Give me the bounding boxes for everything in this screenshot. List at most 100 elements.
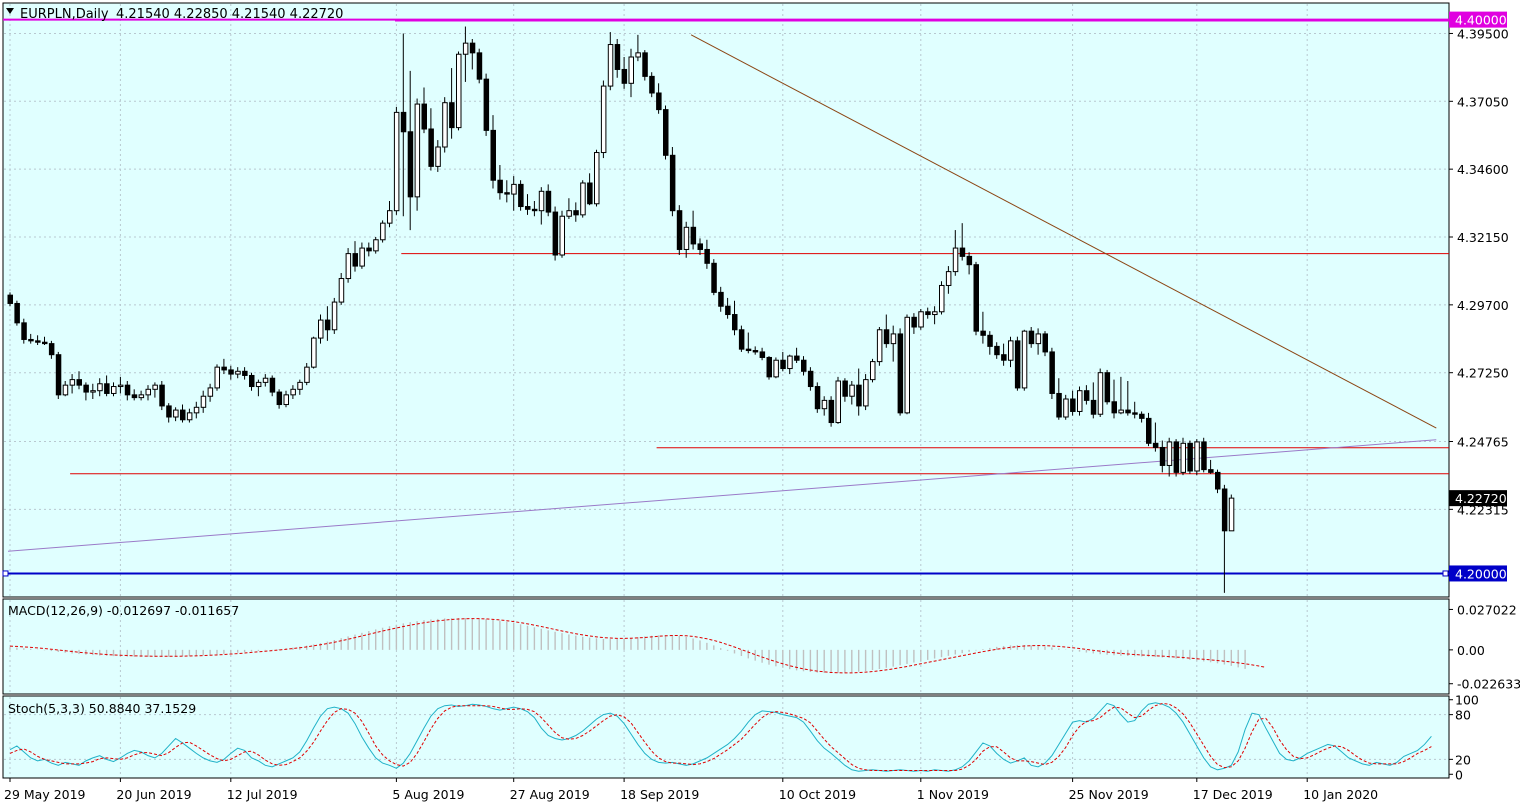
candle-bull <box>331 301 338 331</box>
level-handle <box>2 570 9 577</box>
candle-bull <box>1228 497 1235 532</box>
candle-bull <box>111 386 117 394</box>
candle-bear <box>711 262 717 293</box>
candle-bear <box>856 384 862 407</box>
macd-title: MACD(12,26,9) -0.012697 -0.011657 <box>8 603 239 618</box>
candle-bull <box>145 388 151 396</box>
candle-bull <box>870 361 876 381</box>
candle-bull <box>566 210 572 217</box>
candle-bear <box>959 247 966 257</box>
candle-bear <box>497 179 503 194</box>
stoch-tick-label: 0 <box>1455 767 1463 782</box>
candle-bull <box>200 395 207 408</box>
candle-bull <box>1194 441 1200 472</box>
price-tick-label: 4.39500 <box>1457 26 1509 41</box>
candle-bull <box>559 215 565 256</box>
candle-bear <box>476 52 483 80</box>
candle-bull <box>193 406 200 414</box>
candle-bear <box>228 369 234 375</box>
x-tick-label: 18 Sep 2019 <box>620 787 699 802</box>
candle-bear <box>573 210 579 216</box>
candle-bear <box>525 206 531 210</box>
candle-bull <box>345 253 352 280</box>
candle-bull <box>594 152 600 205</box>
candle-bear <box>166 405 172 418</box>
candle-bear <box>545 190 552 213</box>
candle-bear <box>221 366 227 371</box>
candle-bear <box>28 338 34 342</box>
candle-bear <box>55 354 62 396</box>
candle-bull <box>318 319 324 339</box>
candle-bear <box>752 350 759 353</box>
candle-bear <box>552 211 559 256</box>
x-tick-label: 27 Aug 2019 <box>510 787 590 802</box>
candle-bull <box>214 366 220 389</box>
candle-bear <box>469 42 476 54</box>
candle-bull <box>297 381 303 390</box>
candle-bear <box>669 154 676 212</box>
candle-bull <box>138 394 145 399</box>
price-tick-label: 4.34600 <box>1457 162 1509 177</box>
candle-bear <box>828 399 835 424</box>
candle-bull <box>773 359 779 378</box>
candle-bull <box>387 210 393 224</box>
candle-bear <box>504 192 510 195</box>
candle-bear <box>1208 469 1214 473</box>
price-badge-top: 4.40000 <box>1455 13 1507 28</box>
price-badge-current: 4.22720 <box>1455 491 1507 506</box>
stoch-panel <box>2 695 1450 779</box>
candle-bear <box>407 131 414 198</box>
candle-bear <box>21 322 27 340</box>
candle-bull <box>863 379 869 407</box>
candle-bull <box>97 383 103 392</box>
candle-bear <box>897 333 904 414</box>
candle-bull <box>373 239 379 252</box>
candle-bear <box>759 351 766 358</box>
candle-bull <box>511 183 517 195</box>
candle-bear <box>704 248 710 264</box>
candle-bear <box>1125 409 1131 414</box>
candle-bear <box>883 329 890 345</box>
candle-bull <box>456 53 462 129</box>
candle-bull <box>255 381 262 388</box>
candle-bear <box>531 208 538 212</box>
candle-bear <box>621 68 628 84</box>
candle-bear <box>131 394 138 399</box>
candle-bull <box>462 42 469 55</box>
candle-bear <box>104 383 110 394</box>
candle-bull <box>235 370 241 375</box>
stoch-tick-label: 100 <box>1455 693 1479 708</box>
candle-bear <box>1056 392 1062 418</box>
chart-canvas: 29 May 2019 20 Jun 2019 12 Jul 2019 5 Aug 2… <box>2 2 1520 802</box>
price-tick-label: 4.27250 <box>1457 366 1509 381</box>
candle-bull <box>435 146 441 167</box>
candle-bear <box>794 355 800 361</box>
candle-bear <box>725 305 731 316</box>
candle-bull <box>1035 333 1042 345</box>
candle-bear <box>1146 417 1152 444</box>
candle-bear <box>83 384 89 393</box>
candle-bear <box>269 377 276 393</box>
candle-bull <box>580 182 586 216</box>
candle-bear <box>242 370 248 376</box>
candle-bear <box>911 316 917 328</box>
candle-bull <box>538 190 545 212</box>
candle-bear <box>7 294 13 304</box>
candle-bear <box>35 340 41 343</box>
x-tick-label: 10 Jan 2020 <box>1303 787 1378 802</box>
candle-bull <box>186 412 193 421</box>
candle-bear <box>1215 471 1221 490</box>
candle-bear <box>400 111 407 133</box>
candle-bull <box>1063 398 1069 418</box>
candle-bear <box>663 109 669 156</box>
candle-bull <box>835 380 841 424</box>
candle-bear <box>980 330 986 336</box>
macd-tick-label: 0.00 <box>1457 643 1485 658</box>
candle-bull <box>207 387 214 397</box>
candle-bear <box>42 341 48 345</box>
candle-bear <box>421 103 427 130</box>
candle-bear <box>124 384 131 396</box>
candle-bear <box>1132 412 1138 415</box>
candle-bear <box>1104 372 1111 403</box>
candle-bear <box>1028 330 1035 345</box>
